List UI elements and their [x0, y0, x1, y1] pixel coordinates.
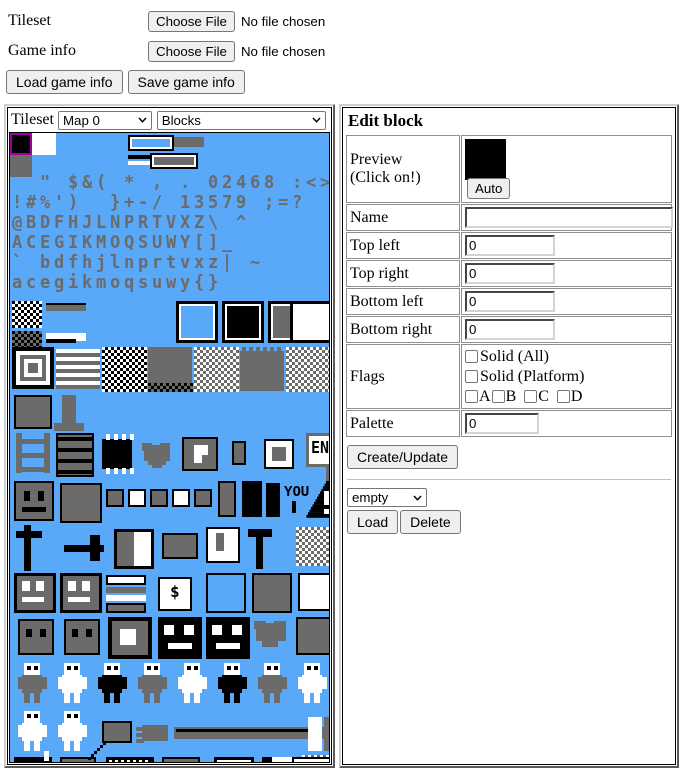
tileset-panel-inner: Tileset Map 0 Blocks	[7, 107, 332, 765]
flag-solid-platform-label: Solid (Platform)	[480, 368, 585, 385]
top-left-row: Top left	[346, 232, 672, 259]
saved-block-select[interactable]: empty	[347, 488, 427, 507]
gameinfo-file-label: Game info	[8, 42, 76, 59]
bottom-right-value-cell	[461, 316, 672, 343]
bottom-left-input[interactable]	[465, 291, 555, 312]
gameinfo-file-status: No file chosen	[240, 43, 326, 59]
saved-block-buttons: Load Delete	[347, 510, 673, 534]
tileset-file-row: Tileset Choose File No file chosen	[8, 6, 325, 36]
tileset-file-status: No file chosen	[240, 13, 326, 29]
delete-block-button[interactable]: Delete	[400, 510, 461, 534]
flag-solid-all-line: Solid (All)	[465, 347, 668, 366]
flag-b-label: B	[505, 388, 517, 405]
flags-value-cell: Solid (All) Solid (Platform) A B C D	[461, 344, 672, 409]
tileset-canvas-viewport[interactable]	[9, 132, 330, 763]
top-right-label: Top right	[346, 260, 460, 287]
tileset-toolbar-label: Tileset	[11, 111, 54, 128]
top-left-label: Top left	[346, 232, 460, 259]
gameinfo-file-row: Game info Choose File No file chosen	[8, 36, 325, 66]
create-update-row: Create/Update	[347, 445, 673, 469]
preview-value-cell: Auto	[461, 135, 672, 203]
chevron-down-icon	[138, 117, 147, 123]
flag-solid-all-checkbox[interactable]	[465, 350, 478, 363]
name-label: Name	[346, 204, 460, 231]
block-preview-swatch[interactable]	[465, 139, 506, 180]
saved-blocks-row: empty Load Delete	[347, 488, 673, 534]
tileset-canvas[interactable]	[10, 133, 329, 762]
top-left-value-cell	[461, 232, 672, 259]
flag-a-label: A	[479, 388, 491, 405]
load-block-button[interactable]: Load	[347, 510, 399, 534]
flags-row: Flags Solid (All) Solid (Platform) A B C…	[346, 344, 672, 409]
saved-block-select-value: empty	[352, 490, 389, 505]
edit-block-panel-inner: Edit block Preview (Click on!) Auto Name	[342, 107, 676, 765]
palette-input[interactable]	[465, 413, 539, 434]
palette-value-cell	[461, 410, 672, 437]
load-game-info-button[interactable]: Load game info	[6, 70, 123, 94]
tileset-file-label: Tileset	[8, 12, 51, 29]
chevron-down-icon	[413, 495, 422, 501]
create-update-button[interactable]: Create/Update	[347, 445, 459, 469]
edit-block-panel: Edit block Preview (Click on!) Auto Name	[339, 104, 679, 768]
bottom-right-row: Bottom right	[346, 316, 672, 343]
name-value-cell	[461, 204, 673, 231]
top-left-input[interactable]	[465, 235, 555, 256]
chevron-down-icon	[312, 117, 321, 123]
flag-solid-all-label: Solid (All)	[480, 348, 549, 365]
flag-a-checkbox[interactable]	[465, 390, 478, 403]
mode-select[interactable]: Blocks	[156, 110, 326, 130]
flag-b-checkbox[interactable]	[491, 390, 505, 403]
flags-label: Flags	[346, 344, 460, 409]
flag-c-label: C	[538, 388, 549, 405]
palette-row: Palette	[346, 410, 672, 437]
game-info-actions: Load game info Save game info	[6, 70, 245, 94]
gameinfo-choose-file-button[interactable]: Choose File	[148, 40, 235, 62]
top-right-input[interactable]	[465, 263, 555, 284]
tileset-panel: Tileset Map 0 Blocks	[4, 104, 335, 768]
mode-select-value: Blocks	[161, 112, 201, 128]
palette-label: Palette	[346, 410, 460, 437]
bottom-left-value-cell	[461, 288, 672, 315]
flag-solid-platform-line: Solid (Platform)	[465, 367, 668, 386]
flag-letters-line: A B C D	[465, 387, 668, 406]
name-input[interactable]	[465, 207, 673, 228]
bottom-right-input[interactable]	[465, 319, 555, 340]
preview-row: Preview (Click on!) Auto	[346, 135, 672, 203]
flag-d-checkbox[interactable]	[556, 390, 570, 403]
edit-block-title: Edit block	[348, 111, 424, 130]
flag-c-checkbox[interactable]	[524, 390, 538, 403]
auto-button[interactable]: Auto	[467, 178, 511, 199]
tileset-toolbar: Tileset Map 0 Blocks	[8, 108, 331, 132]
name-row: Name	[346, 204, 673, 231]
flag-solid-platform-checkbox[interactable]	[465, 370, 478, 383]
section-divider	[347, 479, 671, 480]
top-right-value-cell	[461, 260, 672, 287]
tileset-choose-file-button[interactable]: Choose File	[148, 10, 235, 32]
bottom-left-row: Bottom left	[346, 288, 672, 315]
preview-label-line2: (Click on!)	[350, 169, 421, 186]
top-right-row: Top right	[346, 260, 672, 287]
preview-label-line1: Preview	[350, 151, 403, 168]
edit-block-table: Preview (Click on!) Auto Name Top left 0…	[345, 134, 673, 438]
map-select[interactable]: Map 0	[57, 110, 152, 130]
bottom-right-label: Bottom right	[346, 316, 460, 343]
bottom-left-label: Bottom left	[346, 288, 460, 315]
preview-label-cell: Preview (Click on!)	[346, 135, 460, 203]
map-select-value: Map 0	[62, 112, 100, 128]
save-game-info-button[interactable]: Save game info	[127, 70, 245, 94]
file-input-section: Tileset Choose File No file chosen Game …	[8, 6, 325, 66]
flag-d-label: D	[570, 388, 583, 405]
